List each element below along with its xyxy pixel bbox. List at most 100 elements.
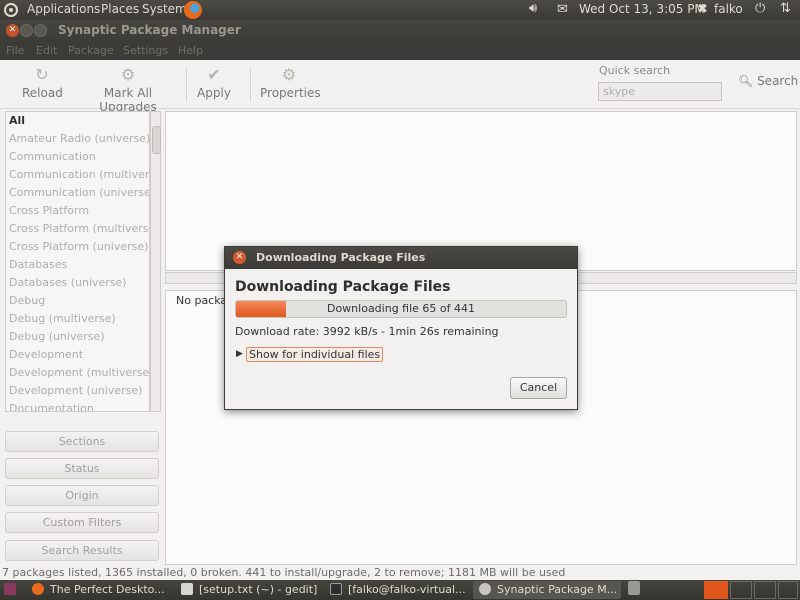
dialog-title: Downloading Package Files <box>256 251 426 264</box>
dialog-title-bar: ✕ Downloading Package Files <box>225 247 577 269</box>
search-label: Search <box>757 74 799 88</box>
dialog-heading: Downloading Package Files <box>235 279 451 295</box>
category-item[interactable]: Cross Platform <box>6 202 149 220</box>
trash-icon <box>628 581 640 595</box>
category-item[interactable]: Development (universe) <box>6 382 149 400</box>
terminal-icon <box>330 583 342 595</box>
search-results-button[interactable]: Search Results <box>5 540 159 561</box>
category-item[interactable]: Amateur Radio (universe) <box>6 130 149 148</box>
menu-help[interactable]: Help <box>178 44 203 57</box>
mail-icon[interactable]: ✉ <box>557 2 568 17</box>
ubuntu-logo-icon[interactable] <box>4 3 18 17</box>
category-item[interactable]: Documentation <box>6 400 149 411</box>
mark-all-upgrades-button[interactable]: ⚙ Mark All Upgrades <box>78 65 178 115</box>
search-icon: 🔍︎ <box>738 74 754 88</box>
reload-icon: ↻ <box>35 65 49 84</box>
gedit-icon <box>181 583 193 595</box>
apply-button[interactable]: ✔ Apply <box>196 66 232 101</box>
synaptic-icon <box>479 583 491 595</box>
mark-all-upgrades-label: Mark All Upgrades <box>99 86 157 114</box>
power-icon[interactable]: ⏻ <box>755 1 765 16</box>
trash-button[interactable] <box>626 581 642 599</box>
taskbar-gedit[interactable]: [setup.txt (~) - gedit] <box>175 581 320 599</box>
taskbar: The Perfect Deskto... [setup.txt (~) - g… <box>0 580 800 600</box>
scrollbar-thumb[interactable] <box>152 126 161 154</box>
sections-filter-button[interactable]: Sections <box>5 431 159 452</box>
user-switch-icon[interactable]: ✖ <box>697 2 708 17</box>
category-item[interactable]: Communication (universe) <box>6 184 149 202</box>
category-scrollbar[interactable] <box>150 111 161 412</box>
taskbar-firefox[interactable]: The Perfect Deskto... <box>26 581 171 599</box>
reload-button[interactable]: ↻ Reload <box>22 65 63 101</box>
category-item[interactable]: Development <box>6 346 149 364</box>
menu-settings[interactable]: Settings <box>123 44 168 57</box>
category-item[interactable]: Cross Platform (universe) <box>6 238 149 256</box>
download-dialog: ✕ Downloading Package Files Downloading … <box>224 246 578 410</box>
category-item[interactable]: Development (multiverse) <box>6 364 149 382</box>
download-progress-bar: Downloading file 65 of 441 <box>235 300 567 318</box>
window-minimize-button[interactable] <box>20 24 33 37</box>
status-filter-button[interactable]: Status <box>5 458 159 479</box>
volume-icon[interactable]: 🔊︎ <box>529 1 537 16</box>
category-item[interactable]: Databases <box>6 256 149 274</box>
properties-icon: ⚙ <box>281 65 297 84</box>
menu-edit[interactable]: Edit <box>36 44 57 57</box>
menu-package[interactable]: Package <box>68 44 114 57</box>
reload-label: Reload <box>22 86 63 100</box>
window-close-button[interactable]: ✕ <box>6 24 19 37</box>
applications-menu[interactable]: Applications <box>27 2 100 16</box>
progress-text: Downloading file 65 of 441 <box>326 302 476 315</box>
window-maximize-button[interactable] <box>34 24 47 37</box>
properties-button[interactable]: ⚙ Properties <box>260 65 321 101</box>
workspace-switcher-4[interactable] <box>778 581 798 599</box>
toolbar-separator <box>250 68 251 102</box>
task-label: The Perfect Deskto... <box>50 583 165 596</box>
properties-label: Properties <box>260 86 321 100</box>
category-item[interactable]: Debug (multiverse) <box>6 310 149 328</box>
category-item[interactable]: All <box>6 112 149 130</box>
category-item[interactable]: Cross Platform (multiverse) <box>6 220 149 238</box>
window-title-bar: ✕ Synaptic Package Manager <box>0 20 800 42</box>
taskbar-terminal[interactable]: [falko@falko-virtual... <box>324 581 469 599</box>
show-individual-files-expander[interactable]: Show for individual files <box>246 347 384 362</box>
firefox-launcher-icon[interactable] <box>184 1 202 19</box>
task-label: Synaptic Package M... <box>497 583 618 596</box>
dialog-close-button[interactable]: ✕ <box>233 251 246 264</box>
menu-bar: File Edit Package Settings Help <box>0 42 800 60</box>
download-rate-text: Download rate: 3992 kB/s - 1min 26s rema… <box>235 325 499 338</box>
task-label: [falko@falko-virtual... <box>348 583 466 596</box>
toolbar: ↻ Reload ⚙ Mark All Upgrades ✔ Apply ⚙ P… <box>0 60 800 114</box>
user-name[interactable]: falko <box>714 2 743 16</box>
category-item[interactable]: Debug <box>6 292 149 310</box>
search-button[interactable]: 🔍︎ Search <box>738 74 798 88</box>
show-desktop-icon <box>4 583 16 595</box>
taskbar-synaptic[interactable]: Synaptic Package M... <box>473 581 621 599</box>
show-desktop-button[interactable] <box>0 581 20 599</box>
places-menu[interactable]: Places <box>101 2 139 16</box>
workspace-switcher-3[interactable] <box>754 581 776 599</box>
quick-search-label: Quick search <box>599 64 671 77</box>
category-item[interactable]: Databases (universe) <box>6 274 149 292</box>
category-item[interactable]: Communication (multiverse) <box>6 166 149 184</box>
status-bar: 7 packages listed, 1365 installed, 0 bro… <box>2 566 566 579</box>
clock[interactable]: Wed Oct 13, 3:05 PM <box>579 2 705 16</box>
task-label: [setup.txt (~) - gedit] <box>199 583 318 596</box>
firefox-icon <box>32 583 44 595</box>
window-title: Synaptic Package Manager <box>58 23 241 37</box>
system-menu[interactable]: System <box>142 2 187 16</box>
apply-label: Apply <box>197 86 231 100</box>
workspace-switcher-1[interactable] <box>704 581 728 599</box>
expander-arrow-icon[interactable]: ▶ <box>236 349 243 359</box>
custom-filters-button[interactable]: Custom Filters <box>5 512 159 533</box>
menu-file[interactable]: File <box>6 44 24 57</box>
mark-upgrades-icon: ⚙ <box>120 65 136 84</box>
quick-search-input[interactable] <box>598 82 722 101</box>
network-icon[interactable]: ⇅ <box>780 1 791 16</box>
top-panel: Applications Places System 🔊︎ ✉ Wed Oct … <box>0 0 800 20</box>
category-item[interactable]: Debug (universe) <box>6 328 149 346</box>
cancel-button[interactable]: Cancel <box>510 377 567 399</box>
category-list[interactable]: All Amateur Radio (universe) Communication… <box>5 111 150 412</box>
category-item[interactable]: Communication <box>6 148 149 166</box>
origin-filter-button[interactable]: Origin <box>5 485 159 506</box>
workspace-switcher-2[interactable] <box>730 581 752 599</box>
